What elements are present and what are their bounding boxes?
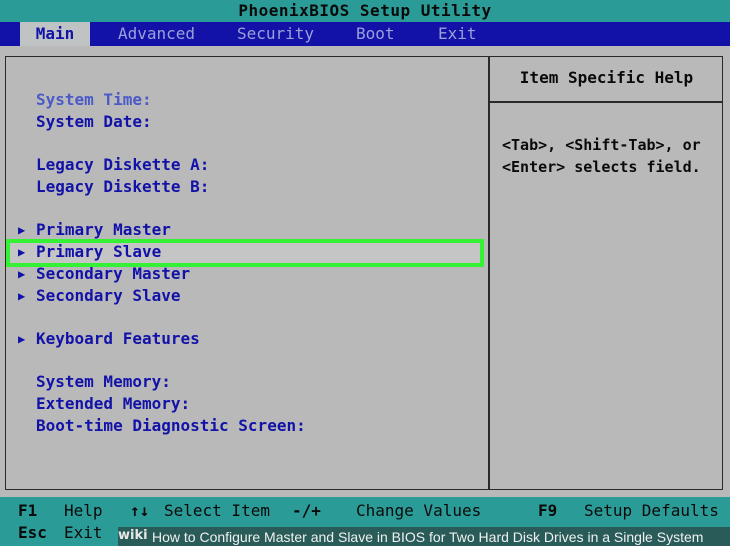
field-legacy-diskette-a[interactable]: Legacy Diskette A: (36, 155, 209, 174)
field-system-time[interactable]: System Time: (36, 90, 152, 109)
main-panel: Item Specific Help <Tab>, <Shift-Tab>, o… (0, 46, 730, 497)
submenu-primary-master[interactable]: Primary Master (36, 220, 171, 239)
field-boot-time-diagnostic[interactable]: Boot-time Diagnostic Screen: (36, 416, 306, 435)
window-title: PhoenixBIOS Setup Utility (0, 0, 730, 22)
submenu-arrow-icon: ▶ (18, 267, 26, 281)
key-arrows: ↑↓ (130, 501, 150, 520)
menu-tab-main[interactable]: Main (20, 22, 90, 46)
key-arrows-desc: Select Item (164, 501, 270, 520)
submenu-keyboard-features[interactable]: Keyboard Features (36, 329, 200, 348)
field-system-memory: System Memory: (36, 372, 171, 391)
submenu-arrow-icon: ▶ (18, 245, 26, 259)
key-f1-desc: Help (64, 501, 103, 520)
panel-divider (488, 56, 490, 490)
key-esc-desc: Exit (64, 523, 103, 542)
key-plus-minus-desc: Change Values (356, 501, 482, 520)
menu-tab-security[interactable]: Security (237, 22, 314, 46)
menu-bar: Main Advanced Security Boot Exit (0, 22, 730, 46)
key-plus-minus: -/+ (292, 501, 321, 520)
submenu-primary-slave[interactable]: Primary Slave (36, 242, 161, 261)
submenu-secondary-master[interactable]: Secondary Master (36, 264, 190, 283)
submenu-arrow-icon: ▶ (18, 289, 26, 303)
menu-tab-exit[interactable]: Exit (438, 22, 477, 46)
watermark-logo: wiki (118, 528, 148, 543)
menu-tab-boot[interactable]: Boot (356, 22, 395, 46)
submenu-arrow-icon: ▶ (18, 223, 26, 237)
field-legacy-diskette-b[interactable]: Legacy Diskette B: (36, 177, 209, 196)
field-system-date[interactable]: System Date: (36, 112, 152, 131)
submenu-secondary-slave[interactable]: Secondary Slave (36, 286, 181, 305)
field-extended-memory: Extended Memory: (36, 394, 191, 413)
help-title: Item Specific Help (519, 68, 694, 87)
key-f9: F9 (538, 501, 558, 520)
key-f9-desc: Setup Defaults (584, 501, 719, 520)
key-f1: F1 (18, 501, 38, 520)
watermark-caption: How to Configure Master and Slave in BIO… (152, 529, 704, 545)
bios-screen: PhoenixBIOS Setup Utility Main Advanced … (0, 0, 730, 546)
help-separator (490, 101, 723, 103)
help-text: <Tab>, <Shift-Tab>, or <Enter> selects f… (502, 136, 701, 176)
submenu-arrow-icon: ▶ (18, 332, 26, 346)
key-esc: Esc (18, 523, 47, 542)
menu-tab-advanced[interactable]: Advanced (118, 22, 195, 46)
